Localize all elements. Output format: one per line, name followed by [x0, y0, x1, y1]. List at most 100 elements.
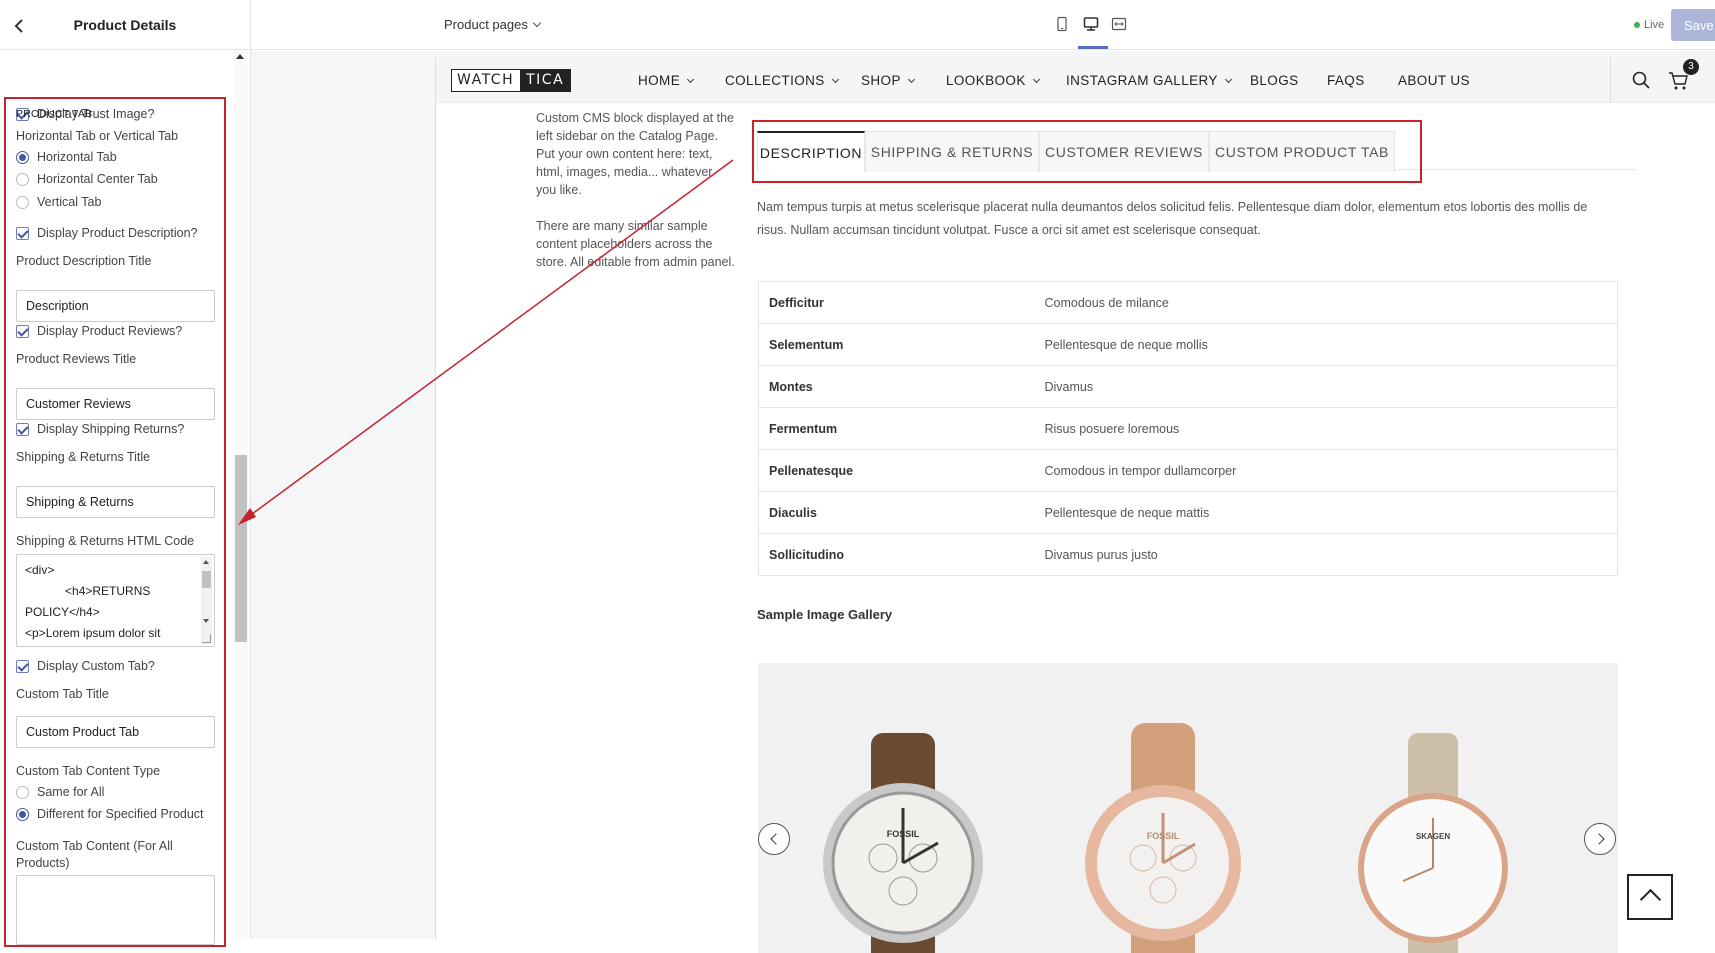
- tab-customer-reviews[interactable]: CUSTOMER REVIEWS: [1039, 131, 1209, 172]
- tab-custom-product-tab[interactable]: CUSTOM PRODUCT TAB: [1209, 131, 1395, 172]
- editor-scrollbar[interactable]: [234, 50, 248, 939]
- scroll-up-icon[interactable]: [203, 560, 209, 564]
- radio-selected-icon[interactable]: [16, 807, 29, 821]
- nav-home[interactable]: HOME: [638, 73, 695, 88]
- spec-row: Montes Divamus: [758, 365, 1618, 408]
- radio-vertical-tab[interactable]: Vertical Tab: [16, 192, 101, 212]
- nav-instagram-gallery[interactable]: INSTAGRAM GALLERY: [1066, 73, 1232, 88]
- nav-lookbook[interactable]: LOOKBOOK: [946, 73, 1040, 88]
- chevron-down-icon: [532, 18, 542, 28]
- nav-shop-label: SHOP: [861, 73, 901, 88]
- scroll-thumb[interactable]: [202, 571, 211, 588]
- nav-blogs[interactable]: BLOGS: [1250, 73, 1299, 88]
- spec-value: Comodous de milance: [1034, 281, 1618, 324]
- watch-image[interactable]: FOSSIL: [813, 723, 993, 953]
- radio-horizontal-tab[interactable]: Horizontal Tab: [16, 147, 117, 167]
- gallery-next-button[interactable]: [1584, 823, 1616, 855]
- nav-faqs[interactable]: FAQS: [1327, 73, 1365, 88]
- spec-table: Defficitur Comodous de milance Selementum P…: [758, 281, 1618, 576]
- header-divider: [1610, 57, 1611, 103]
- nav-lookbook-label: LOOKBOOK: [946, 73, 1026, 88]
- display-description-checkbox[interactable]: Display Product Description?: [16, 223, 198, 243]
- radio-same-for-all-label: Same for All: [37, 785, 105, 799]
- mobile-view-icon[interactable]: [1054, 16, 1070, 32]
- checkbox-checked-icon[interactable]: [16, 324, 29, 338]
- tab-layout-label: Horizontal Tab or Vertical Tab: [16, 129, 179, 143]
- shipping-title-input[interactable]: [16, 486, 215, 518]
- custom-type-label: Custom Tab Content Type: [16, 764, 161, 778]
- spec-row: Fermentum Risus posuere loremous: [758, 407, 1618, 450]
- radio-unselected-icon[interactable]: [16, 195, 29, 209]
- checkbox-checked-icon[interactable]: [16, 659, 29, 673]
- reviews-title-label: Product Reviews Title: [16, 352, 137, 366]
- spec-row: Sollicitudino Divamus purus justo: [758, 533, 1618, 576]
- svg-text:FOSSIL: FOSSIL: [887, 829, 920, 839]
- back-to-top-button[interactable]: [1627, 874, 1673, 920]
- radio-unselected-icon[interactable]: [16, 172, 29, 186]
- nav-about-us-label: ABOUT US: [1398, 73, 1470, 88]
- cms-text-paragraph-1: Custom CMS block displayed at the left s…: [536, 111, 735, 197]
- shipping-html-code: <div> <h4>RETURNS POLICY</h4> <p>Lorem i…: [25, 563, 161, 640]
- display-reviews-checkbox[interactable]: Display Product Reviews?: [16, 321, 182, 341]
- checkbox-checked-icon[interactable]: [16, 226, 29, 240]
- live-label: Live: [1644, 19, 1665, 31]
- cart-count-badge: 3: [1683, 59, 1699, 75]
- page-type-dropdown[interactable]: Product pages: [444, 17, 542, 32]
- site-logo[interactable]: WATCH TICA: [451, 69, 572, 92]
- radio-horizontal-center-tab[interactable]: Horizontal Center Tab: [16, 169, 158, 189]
- gallery-prev-button[interactable]: [758, 823, 790, 855]
- svg-text:SKAGEN: SKAGEN: [1416, 832, 1450, 841]
- editor-title: Product Details: [73, 17, 177, 33]
- spec-value: Divamus: [1034, 365, 1618, 408]
- nav-collections[interactable]: COLLECTIONS: [725, 73, 839, 88]
- tab-description[interactable]: DESCRIPTION: [757, 131, 865, 172]
- spec-row: Selementum Pellentesque de neque mollis: [758, 323, 1618, 366]
- search-icon[interactable]: [1632, 71, 1650, 89]
- nav-about-us[interactable]: ABOUT US: [1398, 73, 1470, 88]
- scroll-down-icon[interactable]: [203, 619, 209, 623]
- shipping-title-label: Shipping & Returns Title: [16, 450, 151, 464]
- custom-title-input[interactable]: [16, 716, 215, 748]
- radio-horizontal-center-tab-label: Horizontal Center Tab: [37, 172, 158, 186]
- shipping-html-textarea[interactable]: <div> <h4>RETURNS POLICY</h4> <p>Lorem i…: [16, 554, 215, 647]
- display-custom-tab-checkbox[interactable]: Display Custom Tab?: [16, 656, 155, 676]
- display-shipping-checkbox[interactable]: Display Shipping Returns?: [16, 419, 184, 439]
- svg-text:FOSSIL: FOSSIL: [1147, 831, 1180, 841]
- description-title-input[interactable]: [16, 290, 215, 322]
- spec-value: Risus posuere loremous: [1034, 407, 1618, 450]
- nav-instagram-gallery-label: INSTAGRAM GALLERY: [1066, 73, 1218, 88]
- display-custom-tab-label: Display Custom Tab?: [37, 659, 155, 673]
- editor-header: Product Details: [0, 0, 250, 50]
- radio-same-for-all[interactable]: Same for All: [16, 782, 104, 802]
- radio-selected-icon[interactable]: [16, 150, 29, 164]
- nav-collections-label: COLLECTIONS: [725, 73, 825, 88]
- cms-text-paragraph-2: There are many similar sample content pl…: [536, 219, 735, 269]
- watch-image[interactable]: SKAGEN: [1343, 723, 1523, 953]
- resize-grip-icon[interactable]: [202, 634, 211, 643]
- spec-value: Divamus purus justo: [1034, 533, 1618, 576]
- radio-different-for-product[interactable]: Different for Specified Product: [16, 804, 204, 824]
- radio-different-for-product-label: Different for Specified Product: [37, 807, 204, 821]
- full-width-view-icon[interactable]: [1111, 16, 1127, 32]
- radio-unselected-icon[interactable]: [16, 785, 29, 799]
- checkbox-checked-icon[interactable]: [16, 422, 29, 436]
- logo-text-right: TICA: [520, 70, 571, 91]
- editor-scroll-thumb[interactable]: [235, 455, 247, 642]
- reviews-title-input[interactable]: [16, 388, 215, 420]
- logo-text-left: WATCH: [452, 70, 521, 91]
- scroll-up-icon[interactable]: [236, 54, 244, 59]
- nav-shop[interactable]: SHOP: [861, 73, 915, 88]
- live-status: Live: [1634, 19, 1664, 31]
- watch-image[interactable]: FOSSIL: [1073, 718, 1253, 953]
- spec-key: Defficitur: [758, 281, 1035, 324]
- image-gallery: FOSSIL FOSSIL SKAGEN: [758, 663, 1618, 953]
- description-title-label: Product Description Title: [16, 254, 152, 268]
- spec-key: Montes: [758, 365, 1035, 408]
- textarea-scrollbar[interactable]: [201, 557, 212, 644]
- radio-vertical-tab-label: Vertical Tab: [37, 195, 102, 209]
- save-button[interactable]: Save: [1671, 9, 1715, 41]
- desktop-view-icon[interactable]: [1083, 16, 1099, 32]
- tab-shipping-returns[interactable]: SHIPPING & RETURNS: [865, 131, 1039, 172]
- custom-content-textarea[interactable]: [16, 875, 215, 945]
- top-toolbar: Product pages Live Save: [251, 0, 1715, 50]
